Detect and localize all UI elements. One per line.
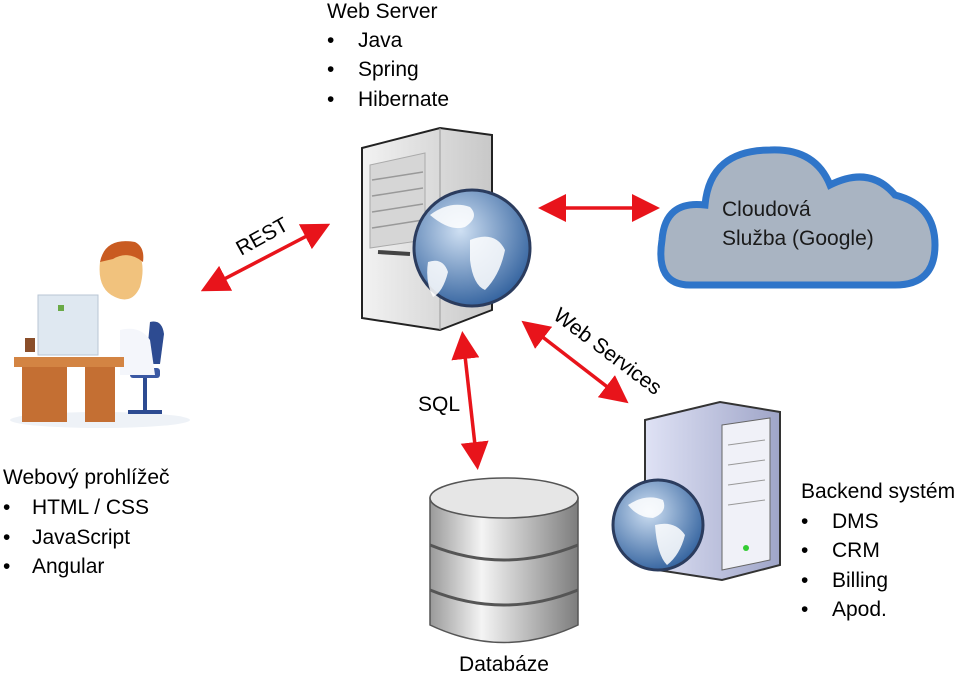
bullet: • (801, 598, 808, 621)
cloud-label-line: Cloudová (722, 198, 811, 221)
bullet: • (801, 539, 808, 562)
bullet: • (801, 510, 808, 533)
web-server-label: Web Server • Java • Spring • Hibernate (327, 0, 449, 111)
database-label: Databáze (459, 653, 549, 675)
bullet: • (801, 569, 808, 592)
sql-label: SQL (418, 393, 460, 416)
cloud-label-line: Služba (Google) (722, 227, 874, 250)
backend-label: Backend systém • DMS • CRM • Billing • A… (801, 480, 955, 621)
web-server-item: Hibernate (358, 88, 449, 111)
browser-item: HTML / CSS (32, 496, 149, 519)
browser-label: Webový prohlížeč • HTML / CSS • JavaScri… (3, 466, 170, 578)
backend-item: Apod. (832, 598, 887, 621)
web-server-icon (361, 126, 532, 332)
bullet: • (327, 29, 334, 52)
architecture-diagram: Web Server • Java • Spring • Hibernate C… (3, 0, 955, 675)
user-at-computer-icon (10, 241, 190, 428)
bullet: • (3, 555, 10, 578)
backend-item: CRM (832, 539, 880, 562)
browser-item: Angular (32, 555, 104, 578)
cloud-service-icon: Cloudová Služba (Google) (657, 146, 939, 289)
bullet: • (327, 58, 334, 81)
web-server-item: Java (358, 29, 403, 52)
bullet: • (3, 496, 10, 519)
backend-server-icon (611, 400, 781, 582)
bullet: • (3, 526, 10, 549)
browser-title: Webový prohlížeč (3, 466, 170, 489)
web-server-title: Web Server (327, 0, 438, 23)
backend-item: DMS (832, 510, 879, 533)
backend-item: Billing (832, 569, 888, 592)
database-icon: Databáze (429, 477, 579, 675)
rest-label: REST (232, 213, 292, 260)
sql-arrow (451, 331, 489, 470)
web-server-item: Spring (358, 58, 419, 81)
browser-item: JavaScript (32, 526, 130, 549)
backend-title: Backend systém (801, 480, 955, 503)
bullet: • (327, 88, 334, 111)
